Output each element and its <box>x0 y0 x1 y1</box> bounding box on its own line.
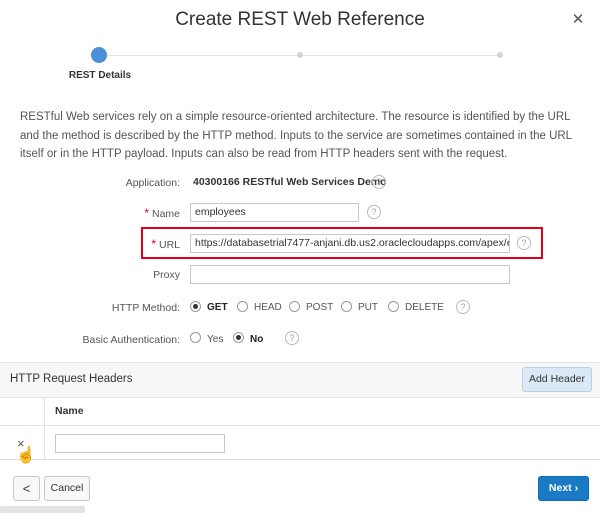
headers-table-header <box>0 398 600 426</box>
table-row-divider <box>0 459 600 460</box>
wizard-step-dot <box>497 52 503 58</box>
radio-head[interactable] <box>237 301 248 312</box>
next-button[interactable]: Next › <box>538 476 589 501</box>
proxy-label: Proxy <box>153 269 180 281</box>
radio-get-label: GET <box>207 302 228 313</box>
help-icon[interactable]: ? <box>517 236 531 250</box>
url-label-text: URL <box>158 239 180 251</box>
http-method-label: HTTP Method: <box>111 302 180 314</box>
radio-post[interactable] <box>289 301 300 312</box>
help-icon[interactable]: ? <box>285 331 299 345</box>
close-icon[interactable]: ✕ <box>570 12 586 28</box>
column-separator <box>44 398 45 460</box>
back-button[interactable]: < <box>13 476 40 501</box>
radio-get[interactable] <box>190 301 201 312</box>
horizontal-scrollbar[interactable] <box>0 506 85 513</box>
radio-no[interactable] <box>233 332 244 343</box>
help-icon[interactable]: ? <box>456 300 470 314</box>
column-header-name: Name <box>55 405 84 417</box>
help-icon[interactable]: ? <box>367 205 381 219</box>
help-icon[interactable]: ? <box>372 175 386 189</box>
wizard-step-active-dot <box>91 47 107 63</box>
basic-auth-label: Basic Authentication: <box>82 334 180 346</box>
application-value: 40300166 RESTful Web Services Demo <box>193 176 387 188</box>
url-input[interactable]: https://databasetrial7477-anjani.db.us2.… <box>190 234 510 253</box>
radio-post-label: POST <box>306 302 334 313</box>
required-marker: * <box>151 237 157 251</box>
next-button-label: Next <box>548 482 572 494</box>
header-name-input[interactable] <box>55 434 225 453</box>
cancel-button[interactable]: Cancel <box>44 476 90 501</box>
radio-head-label: HEAD <box>254 302 282 313</box>
intro-text: RESTful Web services rely on a simple re… <box>20 111 572 160</box>
pointer-hand-cursor-icon: ☝ <box>16 447 36 464</box>
name-label: * Name <box>0 206 180 220</box>
required-marker: * <box>144 206 150 220</box>
name-label-text: Name <box>151 208 180 220</box>
proxy-input[interactable] <box>190 265 510 284</box>
application-label: Application: <box>125 177 180 189</box>
radio-put[interactable] <box>341 301 352 312</box>
wizard-step-label: REST Details <box>68 70 132 81</box>
url-label: * URL <box>0 237 180 251</box>
radio-yes-label: Yes <box>207 334 224 345</box>
radio-yes[interactable] <box>190 332 201 343</box>
radio-delete[interactable] <box>388 301 399 312</box>
add-header-button[interactable]: Add Header <box>522 367 592 392</box>
chevron-right-icon: › <box>574 482 579 494</box>
dialog-title: Create REST Web Reference <box>175 9 425 30</box>
radio-delete-label: DELETE <box>405 302 444 313</box>
radio-put-label: PUT <box>358 302 378 313</box>
wizard-step-dot <box>297 52 303 58</box>
radio-no-label: No <box>250 334 264 345</box>
headers-region-title: HTTP Request Headers <box>10 373 133 385</box>
name-input[interactable]: employees <box>190 203 359 222</box>
